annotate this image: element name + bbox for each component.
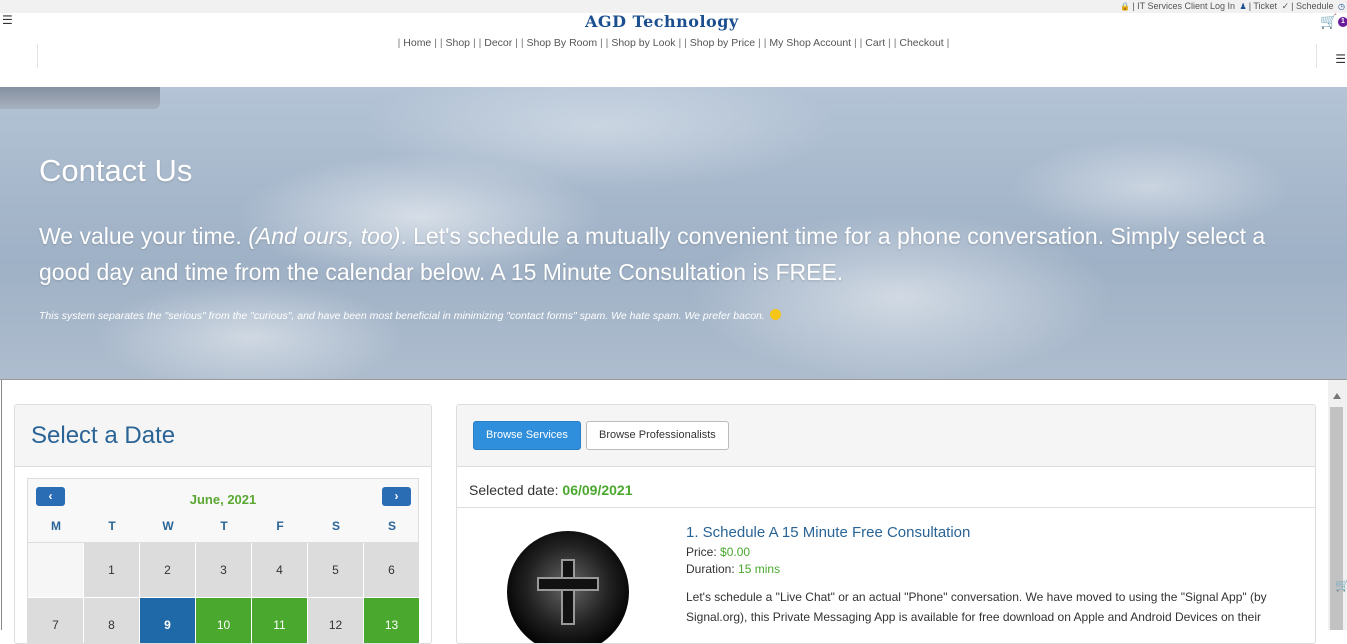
- weekday-row: M T W T F S S: [28, 509, 418, 543]
- hero-lead: We value your time. (And ours, too). Let…: [39, 218, 1289, 290]
- note-text: This system separates the "serious" from…: [39, 310, 765, 322]
- plus-vertical-bar: [561, 559, 575, 625]
- hero-note: This system separates the "serious" from…: [39, 309, 781, 322]
- check-icon: ✓: [1281, 1, 1290, 11]
- lead-emphasis: (And ours, too): [248, 223, 401, 249]
- calendar-month: June, 2021: [189, 492, 257, 507]
- calendar-day[interactable]: 11: [252, 598, 308, 643]
- calendar-day[interactable]: 5: [308, 543, 364, 598]
- weekday-label: T: [220, 519, 228, 533]
- calendar-day[interactable]: 9: [140, 598, 196, 643]
- client-login-link[interactable]: | IT Services Client Log In: [1132, 1, 1235, 11]
- duration-value: 15 mins: [738, 562, 781, 576]
- price-value: $0.00: [720, 545, 751, 559]
- main-nav: | Home | | Shop | | Decor | | Shop By Ro…: [397, 37, 950, 49]
- price-label: Price:: [686, 545, 717, 559]
- consultation-plus-icon: [507, 531, 629, 643]
- cart-count-badge: 1: [1338, 17, 1347, 27]
- nav-shop[interactable]: Shop: [446, 37, 471, 49]
- services-header: Browse Services Browse Professionalists: [457, 405, 1315, 467]
- schedule-link[interactable]: | Schedule: [1291, 1, 1333, 11]
- utility-links: 🔒 | IT Services Client Log In ♟ | Ticket ✓…: [1118, 0, 1345, 13]
- weekday-label: S: [331, 519, 340, 533]
- weekday-label: W: [162, 519, 174, 533]
- scrollbar[interactable]: [1328, 380, 1347, 630]
- site-logo[interactable]: AGD Technology: [585, 12, 739, 31]
- nav-checkout[interactable]: Checkout: [899, 37, 943, 49]
- weekday-label: S: [387, 519, 396, 533]
- page-title: Contact Us: [39, 153, 193, 188]
- floating-cart-icon[interactable]: 🛒: [1335, 578, 1347, 592]
- services-panel: Browse Services Browse Professionalists …: [456, 404, 1316, 644]
- browse-services-button[interactable]: Browse Services: [473, 421, 581, 450]
- date-panel: Select a Date ‹ June, 2021 › M T W T F S…: [14, 404, 432, 644]
- calendar-day[interactable]: 6: [364, 543, 420, 598]
- menu-toggle-icon[interactable]: ☰: [2, 14, 13, 26]
- user-icon: ♟: [1239, 2, 1247, 11]
- calendar-empty-cell: [28, 543, 84, 598]
- calendar-day[interactable]: 4: [252, 543, 308, 598]
- scroll-up-arrow[interactable]: [1333, 393, 1341, 399]
- secondary-menu-icon[interactable]: ☰: [1335, 53, 1346, 65]
- service-price: Price: $0.00: [686, 545, 750, 559]
- service-duration: Duration: 15 mins: [686, 562, 780, 576]
- clock-icon: ◷: [1338, 2, 1345, 11]
- plus-horizontal-bar: [537, 577, 599, 591]
- duration-label: Duration:: [686, 562, 735, 576]
- hero-banner: Contact Us We value your time. (And ours…: [0, 87, 1347, 379]
- service-description: Let's schedule a "Live Chat" or an actua…: [686, 590, 1267, 624]
- calendar-day[interactable]: 8: [84, 598, 140, 643]
- weekday-label: F: [276, 519, 284, 533]
- weekday-label: T: [108, 519, 116, 533]
- service-title-link[interactable]: 1. Schedule A 15 Minute Free Consultatio…: [686, 524, 970, 541]
- divider: [457, 507, 1315, 508]
- lock-icon: 🔒: [1120, 2, 1131, 11]
- next-month-button[interactable]: ›: [382, 487, 411, 506]
- nav-my-shop-account[interactable]: My Shop Account: [769, 37, 851, 49]
- lead-text: We value your time.: [39, 223, 249, 249]
- calendar: ‹ June, 2021 › M T W T F S S 1 2 3 4 5 6 7 8 9 10…: [27, 478, 420, 643]
- ticket-link[interactable]: | Ticket: [1249, 1, 1277, 11]
- weekday-label: M: [51, 519, 61, 533]
- nav-cart[interactable]: Cart: [865, 37, 885, 49]
- nav-shop-by-price[interactable]: Shop by Price: [690, 37, 755, 49]
- selected-date: Selected date: 06/09/2021: [469, 482, 632, 498]
- date-panel-title: Select a Date: [31, 422, 176, 449]
- nav-shop-by-room[interactable]: Shop By Room: [526, 37, 597, 49]
- calendar-day[interactable]: 1: [84, 543, 140, 598]
- scrollbar-thumb[interactable]: [1330, 407, 1343, 630]
- calendar-day[interactable]: 7: [28, 598, 84, 643]
- selected-date-label: Selected date:: [469, 482, 559, 498]
- calendar-day[interactable]: 13: [364, 598, 420, 643]
- cart-icon[interactable]: 🛒: [1320, 13, 1337, 30]
- airplane-wing-image: [0, 87, 160, 109]
- nav-decor[interactable]: Decor: [484, 37, 512, 49]
- calendar-day[interactable]: 10: [196, 598, 252, 643]
- nav-shop-by-look[interactable]: Shop by Look: [611, 37, 675, 49]
- browse-professionalists-button[interactable]: Browse Professionalists: [586, 421, 729, 450]
- calendar-day[interactable]: 2: [140, 543, 196, 598]
- calendar-day[interactable]: 12: [308, 598, 364, 643]
- nav-home[interactable]: Home: [403, 37, 431, 49]
- smiley-icon: [769, 309, 781, 320]
- calendar-day[interactable]: 3: [196, 543, 252, 598]
- selected-date-value: 06/09/2021: [562, 482, 633, 498]
- plus-shape: [537, 559, 599, 625]
- calendar-header: ‹ June, 2021 ›: [28, 479, 418, 509]
